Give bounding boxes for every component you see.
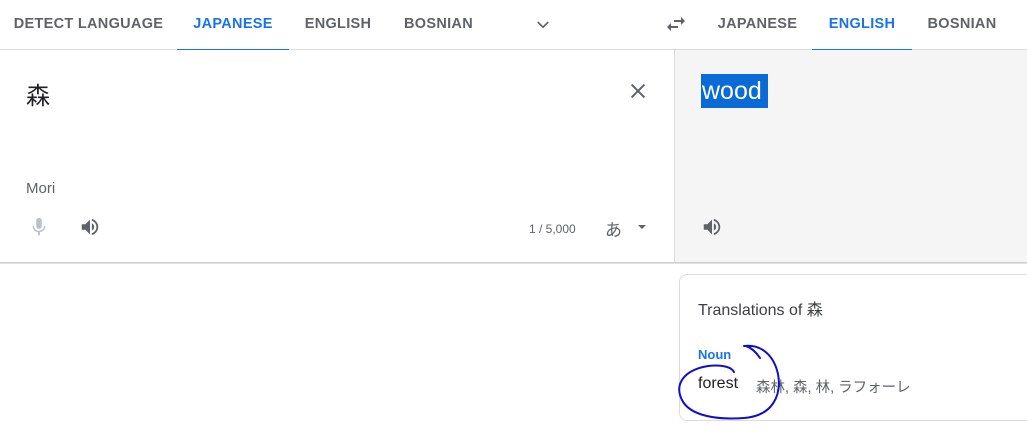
microphone-icon[interactable] (24, 212, 54, 242)
tab-source-english[interactable]: ENGLISH (289, 0, 387, 50)
clear-text-icon[interactable] (623, 76, 653, 106)
translations-card: Translations of 森 Noun forest 森林, 森, 林, … (679, 274, 1027, 421)
source-textarea[interactable]: 森 (26, 76, 50, 111)
tab-target-english[interactable]: ENGLISH (812, 0, 912, 51)
panel-divider (0, 262, 1027, 264)
part-of-speech: Noun (698, 347, 732, 362)
tab-detect-language[interactable]: DETECT LANGUAGE (0, 0, 177, 50)
input-tools-button[interactable]: あ (605, 216, 622, 241)
swap-languages-icon[interactable] (659, 7, 693, 41)
more-languages-chevron-icon[interactable] (527, 9, 559, 41)
character-counter: 1 / 5,000 (529, 222, 576, 236)
target-speaker-icon[interactable] (697, 212, 727, 242)
translation-output[interactable]: wood (701, 74, 768, 108)
source-panel: 森 Mori 1 / 5,000 あ (0, 50, 675, 263)
reverse-translations: 森林, 森, 林, ラフォーレ (756, 380, 911, 396)
tab-target-japanese[interactable]: JAPANESE (703, 0, 812, 50)
target-panel: wood (675, 50, 1027, 263)
tab-source-japanese[interactable]: JAPANESE (177, 0, 289, 51)
tab-source-bosnian[interactable]: BOSNIAN (387, 0, 490, 50)
language-bar: DETECT LANGUAGE JAPANESE ENGLISH BOSNIAN… (0, 0, 1027, 51)
tab-target-bosnian[interactable]: BOSNIAN (912, 0, 1012, 50)
card-title: Translations of 森 (698, 302, 823, 319)
transliteration: Mori (26, 180, 56, 197)
translation-term[interactable]: forest (698, 375, 738, 393)
input-tools-caret-icon[interactable] (635, 220, 649, 234)
source-speaker-icon[interactable] (75, 212, 105, 242)
